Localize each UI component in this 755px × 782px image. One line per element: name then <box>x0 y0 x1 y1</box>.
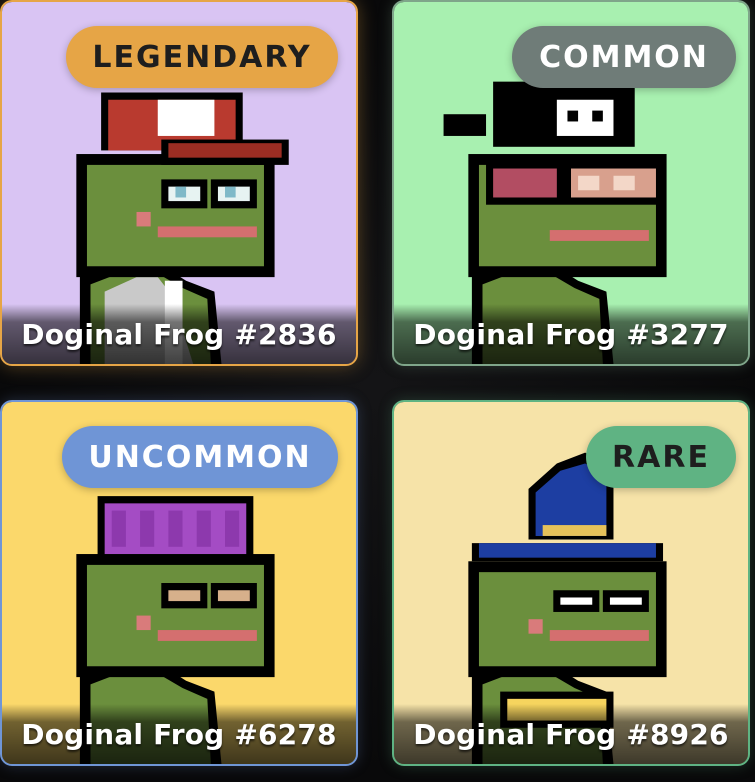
cheek <box>136 211 151 227</box>
glasses-left-lens <box>493 168 557 198</box>
nft-name: Doginal Frog #2836 <box>21 317 337 351</box>
cap-white-panel <box>157 99 215 136</box>
mouth <box>157 226 257 238</box>
pupil-right <box>225 186 236 198</box>
nft-card-legendary[interactable]: LEGENDARY Doginal Frog #2836 <box>0 0 358 366</box>
nft-card-common[interactable]: COMMON Doginal Frog #3277 <box>392 0 750 366</box>
beanie-rib-1 <box>111 510 126 547</box>
skull-eye-left <box>567 110 579 122</box>
bandana-knot <box>443 114 487 136</box>
rarity-label: COMMON <box>539 39 709 75</box>
eye-left <box>560 597 593 605</box>
frog-head <box>86 564 264 667</box>
eye-right <box>217 590 250 602</box>
pupil-left <box>175 186 187 198</box>
rarity-label: RARE <box>612 439 710 475</box>
nft-name-bar: Doginal Frog #2836 <box>2 304 356 364</box>
hat-band <box>542 525 607 536</box>
hat-brim <box>478 543 656 558</box>
nft-name-bar: Doginal Frog #8926 <box>394 704 748 764</box>
mouth <box>549 630 649 641</box>
rarity-badge: COMMON <box>512 26 736 88</box>
eye-right <box>609 597 642 605</box>
beanie-rib-3 <box>168 510 183 547</box>
nft-name-bar: Doginal Frog #3277 <box>394 304 748 364</box>
nft-name-bar: Doginal Frog #6278 <box>2 704 356 764</box>
skull-icon <box>556 99 614 136</box>
beanie-rib-2 <box>140 510 155 547</box>
beanie-rib-4 <box>196 510 211 547</box>
rarity-label: LEGENDARY <box>92 39 312 75</box>
rarity-badge: RARE <box>586 426 736 488</box>
beanie-rib-5 <box>225 510 240 547</box>
eye-left <box>168 590 201 602</box>
rarity-label: UNCOMMON <box>88 439 312 475</box>
nft-card-uncommon[interactable]: UNCOMMON Doginal Frog #6278 <box>0 400 358 766</box>
glasses-highlight-2 <box>613 175 635 191</box>
nft-name: Doginal Frog #6278 <box>21 717 337 751</box>
rarity-badge: LEGENDARY <box>66 26 338 88</box>
cap-brim <box>168 143 282 158</box>
nft-card-grid: LEGENDARY Doginal Frog #2836 COMMON Dogi… <box>0 0 755 782</box>
mouth <box>549 230 649 241</box>
rarity-badge: UNCOMMON <box>62 426 338 488</box>
nft-card-rare[interactable]: RARE Doginal Frog #8926 <box>392 400 750 766</box>
skull-eye-right <box>592 110 603 122</box>
cheek <box>528 619 543 634</box>
nft-name: Doginal Frog #8926 <box>413 717 729 751</box>
mouth <box>157 630 257 641</box>
cheek <box>136 615 151 631</box>
frog-head <box>478 572 656 667</box>
nft-name: Doginal Frog #3277 <box>413 317 729 351</box>
glasses-highlight-1 <box>578 175 600 191</box>
